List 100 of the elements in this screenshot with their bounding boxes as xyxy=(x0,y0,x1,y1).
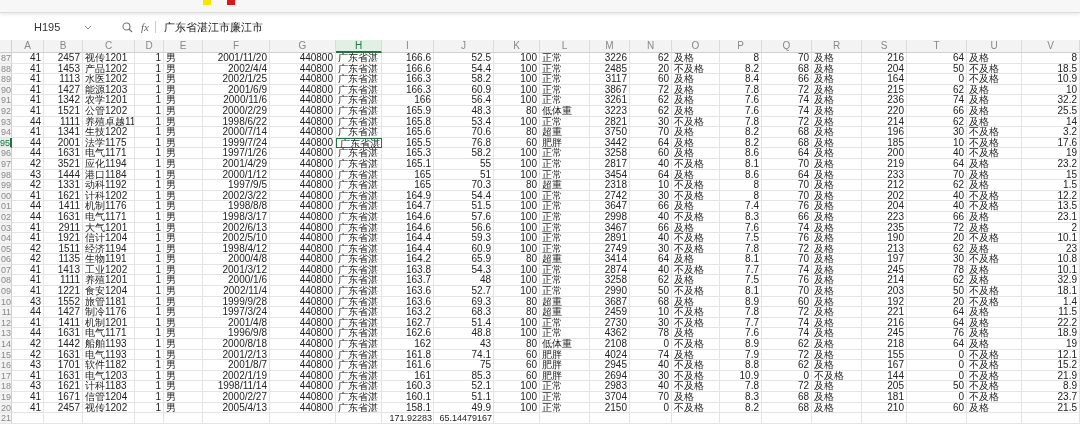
table-cell: 港口1184 xyxy=(83,169,135,181)
column-header[interactable]: P xyxy=(720,40,762,53)
column-header[interactable]: S xyxy=(862,40,907,53)
table-cell: 72 xyxy=(762,243,812,255)
table-cell: 及格 xyxy=(967,317,1022,329)
column-header[interactable]: B xyxy=(44,40,83,53)
table-cell: 0 xyxy=(907,349,967,361)
row-header[interactable]: 94 xyxy=(0,127,12,138)
row-header[interactable]: 16 xyxy=(0,360,12,371)
font-color-icon[interactable] xyxy=(227,0,235,5)
row-header[interactable]: 14 xyxy=(0,339,12,350)
row-header[interactable]: 96 xyxy=(0,148,12,159)
table-cell: 58.2 xyxy=(434,148,494,159)
table-cell: 166.3 xyxy=(382,84,434,96)
table-cell: 男 xyxy=(164,74,203,85)
table-cell: 30 xyxy=(907,127,967,138)
table-cell: 及格 xyxy=(812,233,862,244)
table-cell: 不及格 xyxy=(967,201,1022,212)
table-cell: 85.3 xyxy=(434,370,494,382)
table-cell: 41 xyxy=(12,84,44,96)
row-header[interactable]: 04 xyxy=(0,233,12,244)
table-cell: 60 xyxy=(762,296,812,308)
table-cell: 100 xyxy=(494,286,540,297)
table-cell: 1 xyxy=(135,116,164,128)
table-cell: 生物1191 xyxy=(83,254,135,265)
row-header[interactable]: 06 xyxy=(0,254,12,265)
table-cell: 1 xyxy=(135,328,164,340)
table-cell: 41 xyxy=(12,222,44,234)
row-header[interactable]: 91 xyxy=(0,95,12,106)
row-header[interactable]: 87 xyxy=(0,53,12,64)
column-header[interactable]: G xyxy=(270,40,336,53)
table-cell: 男 xyxy=(164,392,203,403)
function-label[interactable]: fx xyxy=(141,21,156,33)
table-cell: 男 xyxy=(164,84,203,96)
table-cell: 66 xyxy=(762,211,812,223)
column-header[interactable]: D xyxy=(135,40,164,53)
table-cell: 不及格 xyxy=(672,233,720,244)
table-cell: 2457 xyxy=(44,53,83,64)
table-cell: 3467 xyxy=(590,222,630,234)
column-header[interactable]: J xyxy=(434,40,494,53)
table-cell: 1921 xyxy=(44,233,83,244)
row-header[interactable]: 01 xyxy=(0,201,12,212)
table-cell: 48 xyxy=(434,275,494,287)
column-header[interactable]: H xyxy=(336,40,382,53)
table-cell: 2002/1/19 xyxy=(203,370,270,382)
table-cell: 70 xyxy=(630,127,672,138)
row-header[interactable]: 21 xyxy=(0,413,12,424)
row-header[interactable]: 97 xyxy=(0,158,12,170)
row-header[interactable]: 99 xyxy=(0,180,12,191)
column-header[interactable]: K xyxy=(494,40,540,53)
table-cell: 及格 xyxy=(812,190,862,202)
column-header[interactable]: I xyxy=(382,40,434,53)
table-cell: 70 xyxy=(762,254,812,265)
column-header[interactable]: M xyxy=(590,40,630,53)
table-cell: 超重 xyxy=(540,254,590,265)
column-header[interactable]: T xyxy=(907,40,967,53)
row-header[interactable]: 89 xyxy=(0,74,12,85)
table-cell: 及格 xyxy=(672,148,720,159)
table-cell: 1427 xyxy=(44,84,83,96)
table-cell: 66 xyxy=(907,105,967,117)
column-header[interactable]: E xyxy=(164,40,203,53)
formula-field[interactable]: fx 广东省湛江市廉江市 xyxy=(106,18,1078,36)
column-header[interactable]: F xyxy=(203,40,270,53)
name-box[interactable]: H195 xyxy=(2,18,98,36)
table-cell: 68 xyxy=(762,392,812,403)
column-header[interactable]: U xyxy=(967,40,1022,53)
table-cell: 60 xyxy=(494,349,540,361)
table-cell: 72 xyxy=(630,84,672,96)
row-header[interactable]: 02 xyxy=(0,211,12,223)
column-header[interactable]: R xyxy=(812,40,862,53)
table-cell: 及格 xyxy=(967,169,1022,181)
table-cell: 41 xyxy=(12,275,44,287)
row-header[interactable]: 11 xyxy=(0,307,12,318)
table-cell: 41 xyxy=(12,53,44,64)
table-cell: 214 xyxy=(862,116,907,128)
table-cell: 165 xyxy=(382,169,434,181)
row-header[interactable]: 92 xyxy=(0,105,12,117)
column-header[interactable]: Q xyxy=(762,40,812,53)
table-cell: 10 xyxy=(630,307,672,318)
table-cell: 60 xyxy=(494,370,540,382)
table-cell: 1111 xyxy=(44,116,83,128)
column-header[interactable]: L xyxy=(540,40,590,53)
empty-cell xyxy=(203,413,270,424)
table-cell: 男 xyxy=(164,243,203,255)
table-cell: 181 xyxy=(862,392,907,403)
row-header[interactable]: 19 xyxy=(0,392,12,403)
row-header[interactable]: 09 xyxy=(0,286,12,297)
caret-icon[interactable] xyxy=(84,24,92,30)
search-icon[interactable] xyxy=(122,21,133,33)
column-header[interactable]: N xyxy=(630,40,672,53)
select-all-corner[interactable] xyxy=(0,40,12,53)
table-cell: 41 xyxy=(12,264,44,276)
column-header[interactable]: C xyxy=(83,40,135,53)
table-cell: 不及格 xyxy=(967,254,1022,265)
column-header[interactable]: O xyxy=(672,40,720,53)
column-header[interactable]: A xyxy=(12,40,44,53)
column-header[interactable]: V xyxy=(1022,40,1080,53)
table-cell: 2 xyxy=(1022,222,1080,234)
fill-color-icon[interactable] xyxy=(203,0,211,5)
table-cell: 440800 xyxy=(270,402,336,414)
